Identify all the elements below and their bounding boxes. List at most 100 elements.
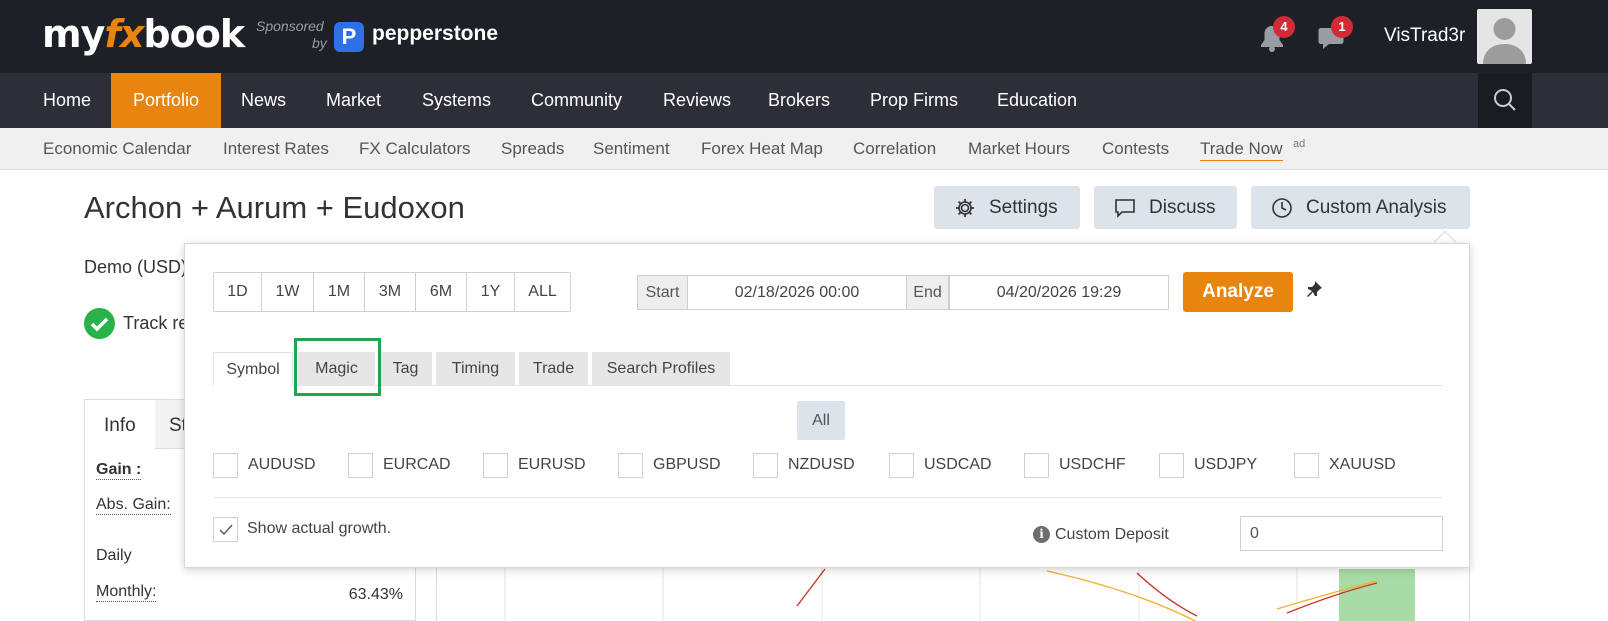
info-icon[interactable]: i	[1033, 526, 1050, 543]
nav-home[interactable]: Home	[43, 73, 91, 128]
tab-symbol[interactable]: Symbol	[213, 352, 293, 386]
range-1w-button[interactable]: 1W	[262, 273, 314, 311]
nav-systems[interactable]: Systems	[422, 73, 491, 128]
end-date-label: End	[906, 275, 949, 310]
avatar[interactable]	[1477, 9, 1532, 64]
notifications-count-badge: 4	[1273, 16, 1295, 38]
subnav-economic-calendar[interactable]: Economic Calendar	[43, 139, 191, 159]
checkbox[interactable]	[889, 453, 914, 478]
show-growth-label[interactable]: Show actual growth.	[247, 520, 391, 538]
nav-education[interactable]: Education	[997, 73, 1077, 128]
chart-highlight-bar	[1339, 569, 1415, 621]
notifications-button[interactable]: 4	[1259, 16, 1295, 52]
subnav-sentiment[interactable]: Sentiment	[593, 139, 670, 159]
nav-news[interactable]: News	[241, 73, 286, 128]
checkbox[interactable]	[483, 453, 508, 478]
nav-community[interactable]: Community	[531, 73, 622, 128]
tab-info[interactable]: Info	[104, 415, 136, 437]
start-date-input[interactable]: 02/18/2026 00:00	[687, 275, 907, 310]
search-icon	[1494, 89, 1516, 111]
search-button[interactable]	[1478, 73, 1532, 128]
subnav-forex-heat-map[interactable]: Forex Heat Map	[701, 139, 823, 159]
checkmark-icon	[219, 524, 233, 536]
account-type: Demo (USD)	[84, 257, 188, 277]
pushpin-icon[interactable]	[1305, 280, 1323, 303]
page-title: Archon + Aurum + Eudoxon	[84, 190, 465, 225]
ad-label: ad	[1293, 138, 1306, 150]
range-6m-button[interactable]: 6M	[416, 273, 467, 311]
range-3m-button[interactable]: 3M	[365, 273, 416, 311]
growth-chart-lines	[504, 561, 1415, 621]
custom-analysis-label: Custom Analysis	[1306, 197, 1447, 218]
nav-market[interactable]: Market	[326, 73, 381, 128]
subnav-correlation[interactable]: Correlation	[853, 139, 936, 159]
nav-prop-firms[interactable]: Prop Firms	[870, 73, 958, 128]
nav-reviews[interactable]: Reviews	[663, 73, 731, 128]
settings-button[interactable]: Settings	[934, 186, 1080, 229]
custom-analysis-button[interactable]: Custom Analysis	[1251, 186, 1470, 229]
discuss-label: Discuss	[1149, 197, 1216, 218]
pepperstone-name[interactable]: pepperstone	[372, 22, 498, 46]
tab-timing[interactable]: Timing	[436, 352, 515, 386]
username[interactable]: VisTrad3r	[1384, 25, 1465, 47]
show-growth-checkbox[interactable]	[213, 517, 238, 542]
monthly-label: Monthly:	[96, 583, 157, 602]
user-silhouette-icon	[1483, 18, 1526, 64]
main-nav: Home Portfolio News Market Systems Commu…	[0, 73, 1608, 128]
sponsor-text: Sponsored by	[256, 18, 327, 51]
chart-series-red-left	[796, 568, 826, 607]
subnav-interest-rates[interactable]: Interest Rates	[223, 139, 329, 159]
select-all-button[interactable]: All	[797, 401, 845, 440]
sub-nav: Economic Calendar Interest Rates FX Calc…	[0, 128, 1608, 170]
tab-tag[interactable]: Tag	[379, 352, 432, 386]
messages-count-badge: 1	[1331, 16, 1353, 38]
range-1m-button[interactable]: 1M	[314, 273, 365, 311]
daily-label: Daily	[96, 547, 132, 564]
top-bar: myfxbook Sponsored by P pepperstone 4 1 …	[0, 0, 1608, 73]
analyze-button[interactable]: Analyze	[1183, 272, 1293, 312]
checkbox[interactable]	[1294, 453, 1319, 478]
myfxbook-logo[interactable]: myfxbook	[42, 12, 245, 56]
checkbox[interactable]	[1024, 453, 1049, 478]
range-1y-button[interactable]: 1Y	[467, 273, 515, 311]
checkbox[interactable]	[213, 453, 238, 478]
subnav-spreads[interactable]: Spreads	[501, 139, 564, 159]
track-record-label: Track re	[123, 313, 189, 333]
chart-series-red-mid	[1136, 572, 1198, 617]
messages-button[interactable]: 1	[1317, 16, 1353, 52]
divider	[213, 497, 1443, 498]
chart-series-yellow	[1046, 570, 1197, 621]
nav-brokers[interactable]: Brokers	[768, 73, 830, 128]
check-circle-icon	[84, 308, 115, 339]
checkbox[interactable]	[618, 453, 643, 478]
subnav-contests[interactable]: Contests	[1102, 139, 1169, 159]
range-button-group: 1D 1W 1M 3M 6M 1Y ALL	[213, 272, 571, 312]
nav-portfolio[interactable]: Portfolio	[111, 73, 221, 128]
clock-icon	[1272, 198, 1292, 218]
settings-label: Settings	[989, 197, 1058, 218]
custom-deposit-input[interactable]: 0	[1240, 516, 1443, 551]
discuss-button[interactable]: Discuss	[1094, 186, 1237, 229]
custom-analysis-popover: 1D 1W 1M 3M 6M 1Y ALL Start 02/18/2026 0…	[184, 243, 1470, 568]
gain-label: Gain :	[96, 461, 142, 480]
growth-chart	[436, 560, 1470, 621]
checkbox[interactable]	[1159, 453, 1184, 478]
magic-tab-highlight	[294, 338, 381, 396]
range-1d-button[interactable]: 1D	[214, 273, 262, 311]
checkbox[interactable]	[753, 453, 778, 478]
comment-icon	[1115, 199, 1135, 218]
abs-gain-label: Abs. Gain:	[96, 496, 171, 515]
subnav-fx-calculators[interactable]: FX Calculators	[359, 139, 470, 159]
range-all-button[interactable]: ALL	[515, 273, 570, 311]
start-date-label: Start	[637, 275, 688, 310]
monthly-value: 63.43%	[348, 586, 403, 603]
tab-trade[interactable]: Trade	[519, 352, 588, 386]
subnav-market-hours[interactable]: Market Hours	[968, 139, 1070, 159]
custom-deposit-label: Custom Deposit	[1055, 526, 1169, 543]
tab-search-profiles[interactable]: Search Profiles	[592, 352, 730, 386]
checkbox[interactable]	[348, 453, 373, 478]
gear-icon	[956, 199, 974, 217]
end-date-input[interactable]: 04/20/2026 19:29	[949, 275, 1169, 310]
pepperstone-logo-icon[interactable]: P	[334, 22, 364, 52]
subnav-trade-now[interactable]: Trade Now	[1200, 139, 1283, 161]
